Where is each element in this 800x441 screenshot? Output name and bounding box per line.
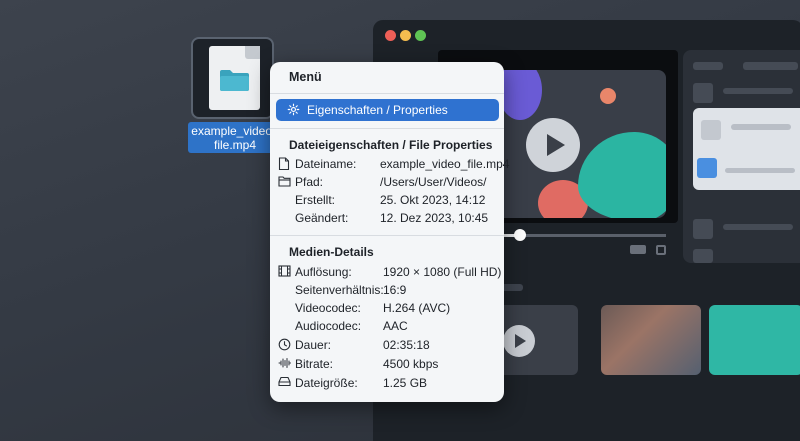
gear-icon bbox=[287, 103, 300, 116]
file-name-line: file.mp4 bbox=[213, 138, 257, 152]
close-window-button[interactable] bbox=[385, 30, 396, 41]
property-label: Geändert: bbox=[295, 211, 349, 225]
media-value: 02:35:18 bbox=[383, 338, 430, 352]
media-row-audiocodec: Audiocodec: AAC bbox=[270, 318, 504, 334]
minimize-window-button[interactable] bbox=[400, 30, 411, 41]
media-value: AAC bbox=[383, 319, 408, 333]
card-thumb bbox=[701, 120, 721, 140]
card-icon bbox=[697, 158, 717, 178]
media-value: 4500 kbps bbox=[383, 357, 439, 371]
decor-shape bbox=[600, 88, 616, 104]
properties-menu-item[interactable]: Eigenschaften / Properties bbox=[276, 99, 499, 121]
sidebar-placeholder bbox=[743, 62, 798, 70]
property-value: /Users/User/Videos/ bbox=[380, 175, 487, 189]
file-name-label[interactable]: example_video_ file.mp4 bbox=[188, 122, 282, 153]
video-thumb[interactable] bbox=[709, 305, 800, 375]
media-value: 16:9 bbox=[383, 283, 407, 297]
property-label: Erstellt: bbox=[295, 193, 336, 207]
property-row-filename: Dateiname: example_video_file.mp4 bbox=[270, 156, 509, 172]
context-menu: Menü Eigenschaften / Properties Dateieig… bbox=[270, 62, 509, 402]
property-row-created: Erstellt: 25. Okt 2023, 14:12 bbox=[270, 192, 504, 208]
drive-icon bbox=[278, 376, 291, 387]
media-label: Videocodec: bbox=[295, 301, 361, 315]
progress-handle[interactable] bbox=[514, 229, 527, 241]
property-label: Dateiname: bbox=[295, 157, 357, 171]
media-row-aspect: Seitenverhältnis: 16:9 bbox=[270, 282, 504, 298]
media-value: 1.25 GB bbox=[383, 376, 428, 390]
file-name-line: example_video_ bbox=[191, 124, 279, 138]
sidebar-item[interactable] bbox=[723, 88, 793, 94]
decor-shape bbox=[498, 70, 542, 120]
file-properties-heading: Dateieigenschaften / File Properties bbox=[289, 138, 493, 152]
fullscreen-icon[interactable] bbox=[656, 245, 666, 255]
video-thumb[interactable] bbox=[601, 305, 701, 375]
media-label: Dauer: bbox=[295, 338, 332, 352]
property-row-path: Pfad: /Users/User/Videos/ bbox=[270, 174, 504, 190]
divider bbox=[270, 128, 504, 129]
sidebar-item-icon[interactable] bbox=[693, 249, 713, 263]
media-label: Dateigröße: bbox=[295, 376, 358, 390]
media-label: Audiocodec: bbox=[295, 319, 362, 333]
folder-icon bbox=[220, 70, 249, 91]
media-value: 1920 × 1080 (Full HD) bbox=[383, 265, 502, 279]
media-value: H.264 (AVC) bbox=[383, 301, 451, 315]
property-label: Pfad: bbox=[295, 175, 324, 189]
sidebar-item-icon[interactable] bbox=[693, 83, 713, 103]
folder-icon bbox=[278, 176, 291, 187]
decor-shape bbox=[578, 132, 666, 218]
media-row-filesize: Dateigröße: 1.25 GB bbox=[270, 375, 504, 391]
sidebar-placeholder bbox=[693, 62, 723, 70]
document-icon bbox=[278, 157, 290, 171]
media-label: Bitrate: bbox=[295, 357, 334, 371]
media-row-duration: Dauer: 02:35:18 bbox=[270, 337, 504, 353]
menu-title: Menü bbox=[289, 70, 322, 84]
clock-icon bbox=[278, 338, 291, 351]
card-line bbox=[725, 168, 795, 173]
properties-label: Eigenschaften / Properties bbox=[307, 103, 448, 117]
play-icon[interactable] bbox=[526, 118, 580, 172]
file-icon[interactable] bbox=[191, 37, 274, 119]
play-icon[interactable] bbox=[503, 325, 535, 357]
media-row-videocodec: Videocodec: H.264 (AVC) bbox=[270, 300, 504, 316]
property-value: 25. Okt 2023, 14:12 bbox=[380, 193, 486, 207]
document-fold bbox=[245, 46, 260, 59]
camera-icon[interactable] bbox=[630, 245, 646, 254]
media-label: Auflösung: bbox=[295, 265, 352, 279]
media-label: Seitenverhältnis: bbox=[295, 283, 384, 297]
property-row-modified: Geändert: 12. Dez 2023, 10:45 bbox=[270, 210, 504, 226]
card-line bbox=[731, 124, 791, 130]
divider bbox=[270, 235, 504, 236]
media-row-bitrate: Bitrate: 4500 kbps bbox=[270, 356, 504, 372]
film-icon bbox=[278, 265, 291, 277]
property-value: example_video_file.mp4 bbox=[380, 157, 510, 171]
selected-sidebar-card[interactable] bbox=[693, 108, 800, 190]
property-value: 12. Dez 2023, 10:45 bbox=[380, 211, 489, 225]
sidebar-item-icon[interactable] bbox=[693, 219, 713, 239]
media-row-resolution: Auflösung: 1920 × 1080 (Full HD) bbox=[270, 264, 504, 280]
media-details-heading: Medien-Details bbox=[289, 245, 374, 259]
divider bbox=[270, 93, 504, 94]
sidebar-item[interactable] bbox=[723, 224, 793, 230]
maximize-window-button[interactable] bbox=[415, 30, 426, 41]
waveform-icon bbox=[278, 358, 291, 368]
